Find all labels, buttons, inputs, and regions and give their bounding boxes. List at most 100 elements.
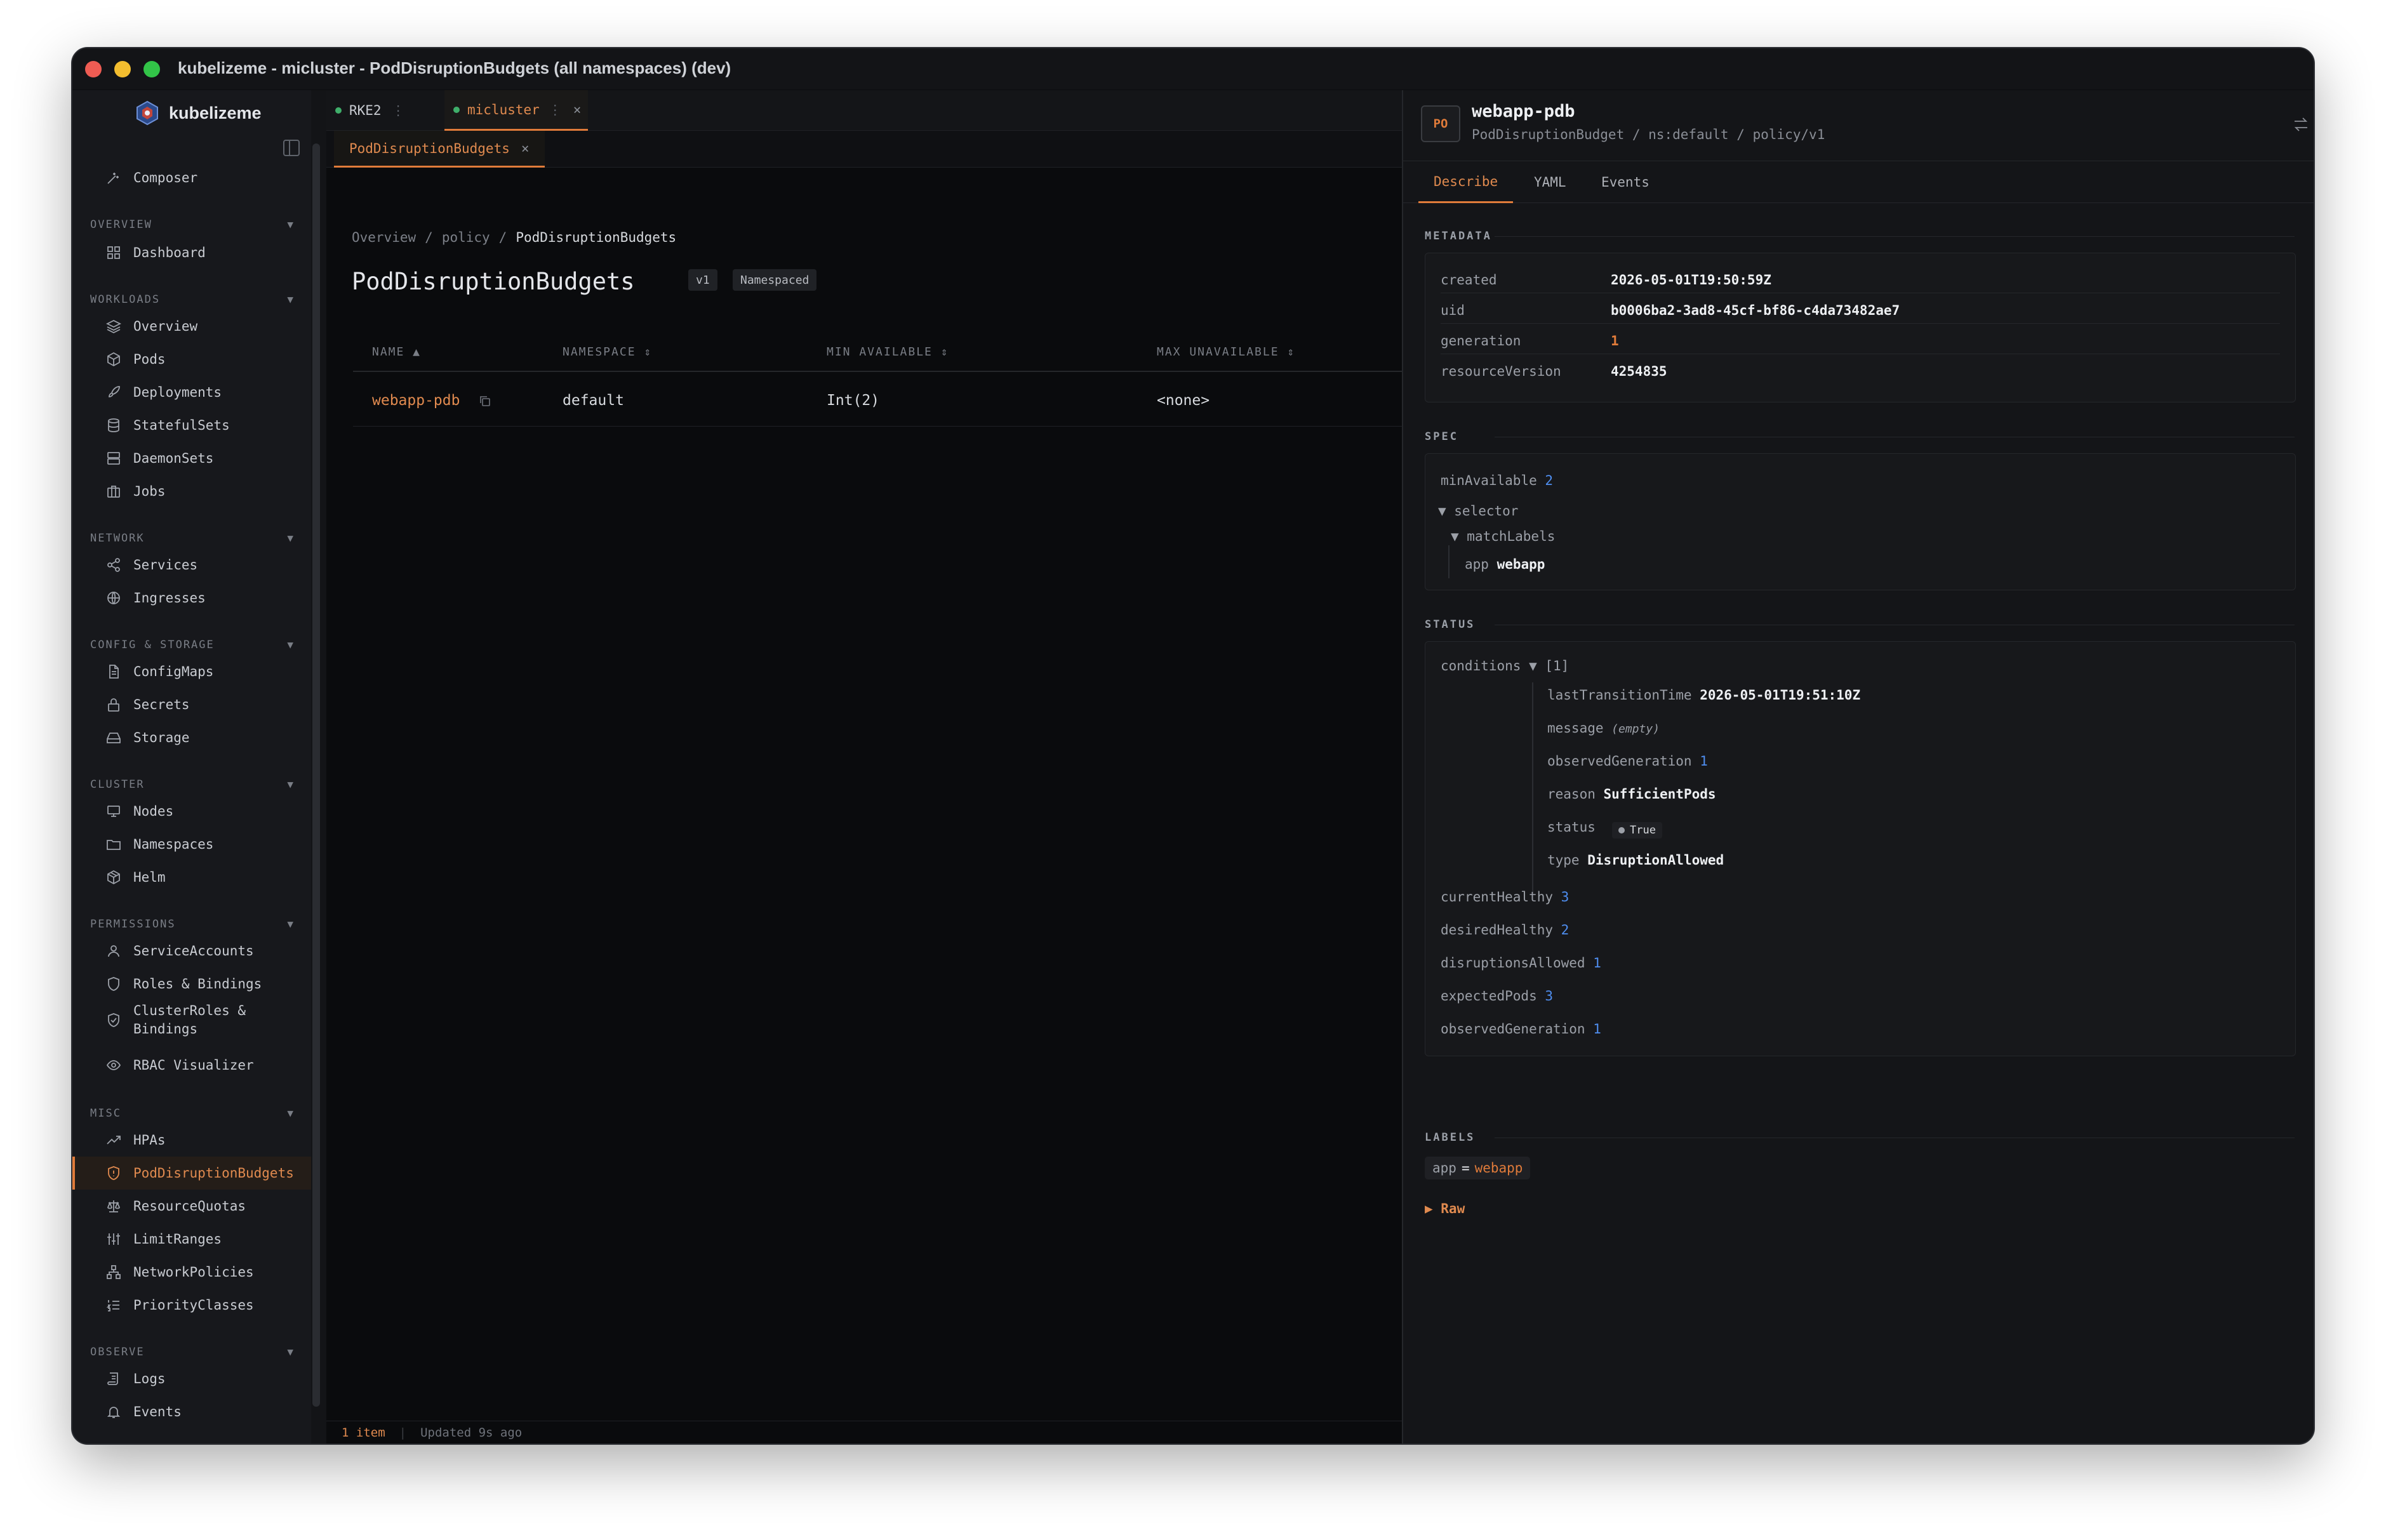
sidebar-item-storage[interactable]: Storage: [72, 721, 311, 754]
sidebar-item-rbac-visualizer[interactable]: RBAC Visualizer: [72, 1049, 311, 1082]
close-icon[interactable]: ×: [521, 141, 530, 156]
sidebar-item-helm[interactable]: Helm: [72, 861, 311, 894]
breadcrumb-overview[interactable]: Overview: [352, 230, 416, 245]
close-window-button[interactable]: [85, 61, 102, 77]
section-config-storage[interactable]: CONFIG & STORAGE ▼: [90, 639, 293, 651]
sidebar-item-priorityclasses[interactable]: PriorityClasses: [72, 1289, 311, 1322]
section-observe[interactable]: OBSERVE ▼: [90, 1346, 293, 1358]
chevron-down-icon[interactable]: ▼: [287, 639, 293, 651]
breadcrumb-separator: /: [498, 230, 507, 245]
sidebar-item-namespaces[interactable]: Namespaces: [72, 828, 311, 861]
sidebar-item-services[interactable]: Services: [72, 548, 311, 581]
section-workloads[interactable]: WORKLOADS ▼: [90, 293, 293, 306]
tab-describe[interactable]: Describe: [1418, 161, 1514, 203]
sidebar-item-clusterroles-bindings[interactable]: ClusterRoles & Bindings: [72, 1000, 311, 1039]
chevron-down-icon[interactable]: ▼: [287, 918, 293, 930]
sidebar-item-hpas[interactable]: HPAs: [72, 1124, 311, 1157]
column-min-available[interactable]: MIN AVAILABLE ⇕: [827, 345, 949, 359]
copy-icon[interactable]: [479, 395, 491, 411]
sidebar-item-deployments[interactable]: Deployments: [72, 376, 311, 409]
chevron-down-icon[interactable]: ▼: [287, 1107, 293, 1119]
observedgeneration-key: observedGeneration: [1441, 1021, 1585, 1037]
tab-yaml[interactable]: YAML: [1534, 161, 1566, 203]
tab-rke2[interactable]: RKE2 ⋮: [335, 90, 405, 131]
sidebar-item-configmaps[interactable]: ConfigMaps: [72, 655, 311, 688]
sidebar-item-jobs[interactable]: Jobs: [72, 475, 311, 508]
cell-name[interactable]: webapp-pdb: [372, 392, 460, 409]
generation-key: generation: [1441, 333, 1521, 348]
sidebar-item-limitranges[interactable]: LimitRanges: [72, 1223, 311, 1256]
conditions-toggle[interactable]: ▼ [1]: [1529, 658, 1569, 674]
matchlabels-toggle[interactable]: ▼ matchLabels: [1451, 529, 1555, 544]
breadcrumb: Overview / policy / PodDisruptionBudgets: [352, 230, 676, 245]
sidebar-item-serviceaccounts[interactable]: ServiceAccounts: [72, 934, 311, 967]
globe-icon: [105, 590, 122, 606]
column-max-unavailable[interactable]: MAX UNAVAILABLE ⇕: [1157, 345, 1295, 359]
file-icon: [105, 663, 122, 680]
sidebar-item-label: Secrets: [133, 697, 190, 712]
section-network[interactable]: NETWORK ▼: [90, 532, 293, 545]
sidebar-item-networkpolicies[interactable]: NetworkPolicies: [72, 1256, 311, 1289]
close-icon[interactable]: ×: [573, 102, 582, 117]
section-label: CLUSTER: [90, 778, 145, 791]
chevron-down-icon[interactable]: ▼: [287, 218, 293, 230]
section-label: PERMISSIONS: [90, 918, 176, 931]
divider: [1441, 323, 2280, 324]
chevron-down-icon[interactable]: ▼: [287, 1346, 293, 1358]
sidebar-item-label: Jobs: [133, 484, 166, 499]
selector-toggle[interactable]: ▼ selector: [1438, 503, 1518, 519]
sidebar-item-label: ServiceAccounts: [133, 943, 254, 959]
sidebar-scrollbar[interactable]: [312, 143, 320, 1407]
sidebar-item-label: PriorityClasses: [133, 1298, 254, 1313]
table-row[interactable]: webapp-pdb default Int(2) <none>: [353, 373, 1402, 427]
tab-micluster[interactable]: micluster ⋮ ×: [444, 90, 588, 131]
column-name[interactable]: NAME ▲: [372, 345, 421, 359]
tab-poddisruptionbudgets[interactable]: PodDisruptionBudgets ×: [334, 131, 545, 168]
status-value: True: [1630, 824, 1656, 837]
brand: kubelizeme: [135, 100, 262, 126]
status-badge: True: [1612, 822, 1662, 839]
section-misc[interactable]: MISC ▼: [90, 1107, 293, 1120]
layers-icon: [105, 318, 122, 335]
disruptionsallowed-field: disruptionsAllowed 1: [1441, 955, 1601, 971]
chevron-down-icon[interactable]: ▼: [287, 778, 293, 790]
status-field: status: [1547, 820, 1596, 835]
label-line-1: ClusterRoles &: [133, 1003, 246, 1018]
raw-toggle[interactable]: ▶ Raw: [1425, 1201, 1465, 1216]
window-title: kubelizeme - micluster - PodDisruptionBu…: [178, 58, 731, 77]
conditions-field[interactable]: conditions ▼ [1]: [1441, 658, 1569, 674]
sidebar-item-ingresses[interactable]: Ingresses: [72, 581, 311, 614]
sidebar-item-dashboard[interactable]: Dashboard: [72, 236, 311, 269]
sidebar-item-composer[interactable]: Composer: [72, 161, 311, 194]
chevron-down-icon[interactable]: ▼: [287, 532, 293, 544]
sidebar-item-overview[interactable]: Overview: [72, 310, 311, 343]
sidebar-item-roles-bindings[interactable]: Roles & Bindings: [72, 967, 311, 1000]
sidebar-item-secrets[interactable]: Secrets: [72, 688, 311, 721]
conditions-key: conditions: [1441, 658, 1521, 674]
status-footer: 1 item | Updated 9s ago: [326, 1421, 1402, 1444]
sidebar-item-resourcequotas[interactable]: ResourceQuotas: [72, 1190, 311, 1223]
chevron-down-icon[interactable]: ▼: [287, 293, 293, 305]
section-overview[interactable]: OVERVIEW ▼: [90, 218, 293, 231]
tab-menu-icon[interactable]: ⋮: [549, 102, 562, 117]
sidebar-item-events[interactable]: Events: [72, 1395, 311, 1428]
tab-events[interactable]: Events: [1601, 161, 1650, 203]
breadcrumb-policy[interactable]: policy: [442, 230, 490, 245]
swap-icon[interactable]: [2292, 116, 2310, 138]
sidebar-item-nodes[interactable]: Nodes: [72, 795, 311, 828]
collapse-sidebar-button[interactable]: [283, 140, 300, 156]
section-cluster[interactable]: CLUSTER ▼: [90, 778, 293, 791]
column-namespace[interactable]: NAMESPACE ⇕: [563, 345, 652, 359]
sidebar-item-statefulsets[interactable]: StatefulSets: [72, 409, 311, 442]
maximize-window-button[interactable]: [143, 61, 160, 77]
sidebar-item-logs[interactable]: Logs: [72, 1362, 311, 1395]
minimize-window-button[interactable]: [114, 61, 131, 77]
sidebar-item-poddisruptionbudgets[interactable]: PodDisruptionBudgets: [72, 1157, 311, 1190]
sidebar-item-label: HPAs: [133, 1132, 166, 1148]
sidebar-item-daemonsets[interactable]: DaemonSets: [72, 442, 311, 475]
section-permissions[interactable]: PERMISSIONS ▼: [90, 918, 293, 931]
uid-key: uid: [1441, 303, 1465, 318]
cell-min-available: Int(2): [827, 392, 880, 409]
tab-menu-icon[interactable]: ⋮: [392, 103, 405, 118]
sidebar-item-pods[interactable]: Pods: [72, 343, 311, 376]
